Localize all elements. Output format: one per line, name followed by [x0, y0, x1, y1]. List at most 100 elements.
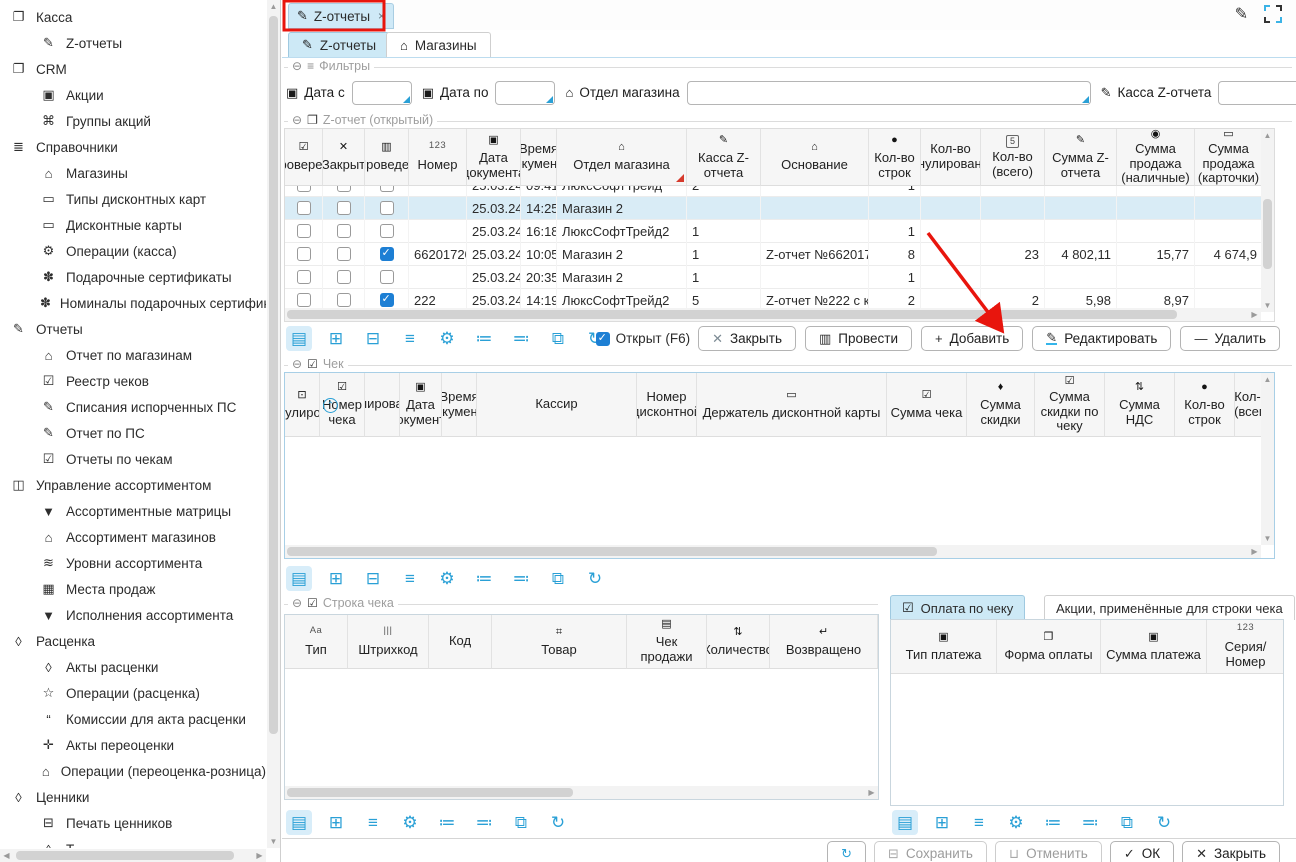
table-row[interactable]: 25.03.2420:35Магазин 211 — [285, 266, 1263, 289]
column-header[interactable]: 5Кол-во (всего) — [981, 129, 1045, 186]
column-header[interactable]: AaТип — [285, 615, 348, 669]
sidebar-item[interactable]: ◊Расценка — [0, 628, 266, 654]
scroll-left-icon[interactable]: ◀ — [0, 849, 13, 862]
sidebar-item[interactable]: ✛Акты переоценки — [0, 732, 266, 758]
column-header[interactable]: ⌃☑Номер чека — [320, 373, 365, 437]
open-external-icon[interactable]: ⧉ — [508, 810, 534, 835]
gear-icon[interactable]: ⚙ — [434, 326, 460, 351]
gear-icon[interactable]: ⚙ — [1003, 810, 1029, 835]
action-закрыть-button[interactable]: ✕Закрыть — [698, 326, 796, 351]
column-header[interactable]: ▣Дата документа — [400, 373, 442, 437]
sidebar-item[interactable]: ✎Списания испорченных ПС — [0, 394, 266, 420]
sidebar-item[interactable]: ⌘Группы акций — [0, 108, 266, 134]
column-header[interactable]: ▭Сумма продажа (карточки) — [1195, 129, 1263, 186]
add-row-icon[interactable]: ≕ — [508, 566, 534, 591]
footer-сохранить-button[interactable]: ⊟Сохранить — [874, 841, 987, 862]
view-grid-icon[interactable]: ⊞ — [323, 810, 349, 835]
sidebar-item[interactable]: ✽Номиналы подарочных сертификатов — [0, 290, 266, 316]
column-header[interactable]: ♦Сумма скидки — [967, 373, 1035, 437]
sidebar-item[interactable]: ⌂Операции (переоценка-розница) — [0, 758, 266, 784]
column-header[interactable]: Время документа — [442, 373, 477, 437]
sidebar-item[interactable]: ☆Операции (расценка) — [0, 680, 266, 706]
open-external-icon[interactable]: ⧉ — [545, 566, 571, 591]
sidebar-item[interactable]: ◊Т — [0, 836, 266, 848]
gear-icon[interactable]: ⚙ — [434, 566, 460, 591]
checkbox-unchecked-icon[interactable] — [337, 224, 351, 238]
add-row-icon[interactable]: ≕ — [508, 326, 534, 351]
sidebar-item[interactable]: ◊Акты расценки — [0, 654, 266, 680]
checkbox-unchecked-icon[interactable] — [380, 186, 394, 192]
pencil-icon[interactable]: ✎ — [1235, 4, 1248, 24]
open-external-icon[interactable]: ⧉ — [545, 326, 571, 351]
column-header[interactable]: ●Кол-во строк — [869, 129, 921, 186]
column-header[interactable]: ⇅Сумма НДС — [1105, 373, 1175, 437]
checkbox-unchecked-icon[interactable] — [297, 270, 311, 284]
sidebar-item[interactable]: ☑Реестр чеков — [0, 368, 266, 394]
scroll-right-icon[interactable]: ▶ — [253, 849, 266, 862]
scroll-up-icon[interactable]: ▲ — [1261, 129, 1274, 142]
scroll-right-icon[interactable]: ▶ — [1248, 308, 1261, 321]
sidebar-item[interactable]: ▭Типы дисконтных карт — [0, 186, 266, 212]
sidebar-item[interactable]: ✎Отчеты — [0, 316, 266, 342]
scrollbar-thumb[interactable] — [1263, 199, 1272, 269]
scrollbar-thumb[interactable] — [287, 788, 573, 797]
checkbox-unchecked-icon[interactable] — [297, 224, 311, 238]
view-list-icon[interactable]: ▤ — [286, 326, 312, 351]
column-header[interactable]: ⌂Отдел магазина — [557, 129, 687, 186]
view-grid-icon[interactable]: ⊞ — [323, 566, 349, 591]
checkbox-unchecked-icon[interactable] — [380, 201, 394, 215]
collapse-icon[interactable]: ⊖ — [292, 113, 302, 127]
checkbox-unchecked-icon[interactable] — [297, 186, 311, 192]
action-удалить-button[interactable]: —Удалить — [1180, 326, 1280, 351]
tab-zreports[interactable]: ✎ Z-отчеты — [288, 32, 390, 57]
scroll-up-icon[interactable]: ▲ — [267, 0, 280, 13]
checkbox-unchecked-icon[interactable] — [380, 270, 394, 284]
gear-icon[interactable]: ⚙ — [397, 810, 423, 835]
column-header[interactable]: ▭Держатель дисконтной карты — [697, 373, 887, 437]
checkbox-unchecked-icon[interactable] — [297, 201, 311, 215]
action-провести-button[interactable]: ▥Провести — [805, 326, 912, 351]
refresh-icon[interactable]: ↻ — [545, 810, 571, 835]
sidebar-item[interactable]: ≋Уровни ассортимента — [0, 550, 266, 576]
sidebar-item[interactable]: ✎Z-отчеты — [0, 30, 266, 56]
collapse-icon[interactable]: ⊖ — [292, 357, 302, 371]
checkbox-unchecked-icon[interactable] — [337, 247, 351, 261]
checkbox-unchecked-icon[interactable] — [297, 247, 311, 261]
numbered-list-icon[interactable]: ≔ — [471, 326, 497, 351]
column-header[interactable]: ⌂Основание — [761, 129, 869, 186]
filter-icon[interactable]: ≡ — [360, 810, 386, 835]
scroll-up-icon[interactable]: ▲ — [1261, 373, 1274, 386]
action-добавить-button[interactable]: +Добавить — [921, 326, 1023, 351]
column-header[interactable]: Кол-во аннулированых — [921, 129, 981, 186]
sidebar-item[interactable]: ⌂Магазины — [0, 160, 266, 186]
action-редактировать-button[interactable]: ✎Редактировать — [1032, 326, 1171, 351]
column-header[interactable]: ☑Сумма чека — [887, 373, 967, 437]
column-header[interactable]: ✎Сумма Z-отчета — [1045, 129, 1117, 186]
tab-promotions[interactable]: Акции, применённые для строки чека — [1044, 595, 1295, 620]
scrollbar-thumb[interactable] — [16, 851, 234, 860]
refresh-icon[interactable]: ↻ — [1151, 810, 1177, 835]
scrollbar-thumb[interactable] — [287, 547, 937, 556]
sidebar-item[interactable]: ❐CRM — [0, 56, 266, 82]
expand-icon[interactable] — [1264, 5, 1282, 23]
sidebar-item[interactable]: ✽Подарочные сертификаты — [0, 264, 266, 290]
column-header[interactable]: ✕Закрыт — [323, 129, 365, 186]
footer-отменить-button[interactable]: ⊔Отменить — [995, 841, 1102, 862]
table-vertical-scrollbar[interactable]: ▲ ▼ — [1261, 373, 1274, 545]
view-grid-icon[interactable]: ⊞ — [323, 326, 349, 351]
table-row[interactable]: 6620172025.03.2410:05Магазин 21Z-отчет №… — [285, 243, 1263, 266]
checkbox-unchecked-icon[interactable] — [380, 224, 394, 238]
sidebar-item[interactable]: ✎Отчет по ПС — [0, 420, 266, 446]
window-tab-zreports[interactable]: ✎ Z-отчеты × — [288, 3, 394, 29]
calendar-add-icon[interactable]: ⊟ — [360, 326, 386, 351]
numbered-list-icon[interactable]: ≔ — [434, 810, 460, 835]
column-header[interactable]: ☑Проверено — [285, 129, 323, 186]
open-external-icon[interactable]: ⧉ — [1114, 810, 1140, 835]
calendar-add-icon[interactable]: ⊟ — [360, 566, 386, 591]
scroll-down-icon[interactable]: ▼ — [267, 835, 280, 848]
sidebar-item[interactable]: ◊Ценники — [0, 784, 266, 810]
checkbox-checked-icon[interactable] — [380, 293, 394, 307]
column-header[interactable]: ↵Возвращено — [770, 615, 878, 669]
sidebar-item[interactable]: ⌂Ассортимент магазинов — [0, 524, 266, 550]
sidebar-vertical-scrollbar[interactable]: ▲ ▼ — [267, 0, 280, 848]
